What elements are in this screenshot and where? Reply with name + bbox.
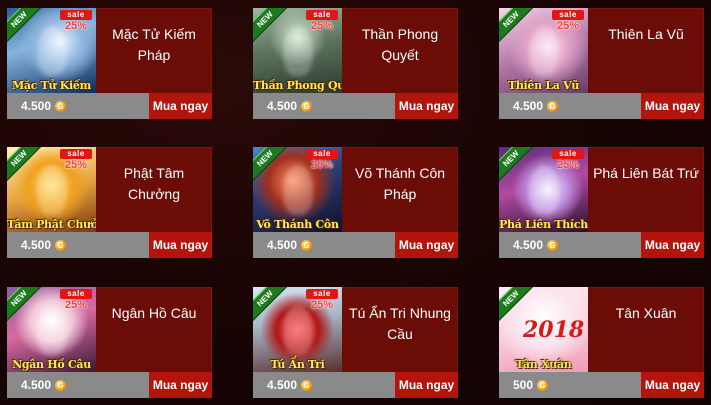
coin-icon: G: [55, 100, 67, 112]
sale-label: sale: [306, 289, 338, 299]
sale-label: sale: [552, 10, 584, 20]
sale-label: sale: [60, 10, 92, 20]
thumbnail-caption: Tân Xuân: [515, 358, 572, 371]
product-thumbnail[interactable]: NEW sale 25% Ngân Hồ Câu: [7, 287, 96, 372]
sale-badge: sale 25%: [306, 289, 338, 311]
buy-now-button[interactable]: Mua ngay: [395, 232, 458, 258]
coin-icon: G: [547, 239, 559, 251]
discount-percent: 25%: [310, 159, 334, 171]
product-thumbnail[interactable]: NEW sale 25% Võ Thánh Côn: [253, 147, 342, 232]
product-title: Thần Phong Quyết: [361, 26, 439, 63]
product-thumbnail[interactable]: NEW sale 25% Tâm Phật Chưởng: [7, 147, 96, 232]
buy-now-button[interactable]: Mua ngay: [149, 372, 212, 398]
price-value: 500: [513, 378, 534, 392]
sale-badge: sale 25%: [60, 10, 92, 32]
product-card: NEW sale 25% Tâm Phật Chưởng Phật Tâm Ch…: [7, 147, 212, 258]
thumbnail-caption: Phá Liên Thích: [499, 218, 588, 231]
price-value: 4.500: [267, 99, 298, 113]
sale-badge: sale 25%: [552, 149, 584, 171]
price-value: 4.500: [267, 238, 298, 252]
thumbnail-caption: Thiên La Vũ: [507, 79, 580, 92]
product-title: Phật Tâm Chưởng: [123, 165, 185, 202]
price-bar: 4.500 G: [499, 93, 641, 119]
product-title: Phá Liên Bát Trứ: [593, 165, 699, 181]
sale-badge: sale 25%: [60, 289, 92, 311]
price-value: 4.500: [21, 238, 52, 252]
product-grid: NEW sale 25% Mặc Tử Kiếm Mặc Tử Kiếm Phá…: [0, 0, 711, 405]
price-value: 4.500: [21, 99, 52, 113]
product-card: NEW sale 25% Mặc Tử Kiếm Mặc Tử Kiếm Phá…: [7, 8, 212, 119]
coin-icon: G: [301, 239, 313, 251]
discount-percent: 25%: [310, 299, 334, 311]
product-card: NEW sale 25% Thiên La Vũ Thiên La Vũ 4.5…: [499, 8, 704, 119]
product-title: Ngân Hồ Câu: [111, 305, 197, 321]
buy-now-button[interactable]: Mua ngay: [395, 93, 458, 119]
thumbnail-caption: Võ Thánh Côn: [256, 218, 339, 231]
sale-badge: sale 25%: [306, 10, 338, 32]
price-bar: 500 G: [499, 372, 641, 398]
sale-label: sale: [552, 149, 584, 159]
product-thumbnail[interactable]: NEW sale 25% Thiên La Vũ: [499, 8, 588, 93]
sale-badge: sale 25%: [306, 149, 338, 171]
product-card: 2018 NEW Tân Xuân Tân Xuân 500 G Mua nga…: [499, 287, 704, 398]
product-card: NEW sale 25% Tú Ẩn Tri Tú Ẩn Tri Nhung C…: [253, 287, 458, 398]
thumbnail-caption: Tú Ẩn Tri: [270, 358, 325, 371]
price-bar: 4.500 G: [253, 93, 395, 119]
product-thumbnail[interactable]: NEW sale 25% Phá Liên Thích: [499, 147, 588, 232]
year-art: 2018: [523, 317, 585, 343]
product-title: Thiên La Vũ: [608, 26, 684, 42]
price-value: 4.500: [513, 99, 544, 113]
price-bar: 4.500 G: [7, 93, 149, 119]
coin-icon: G: [55, 239, 67, 251]
buy-now-button[interactable]: Mua ngay: [641, 93, 704, 119]
product-thumbnail[interactable]: NEW sale 25% Mặc Tử Kiếm: [7, 8, 96, 93]
price-bar: 4.500 G: [499, 232, 641, 258]
discount-percent: 25%: [556, 159, 580, 171]
product-thumbnail[interactable]: 2018 NEW Tân Xuân: [499, 287, 588, 372]
price-bar: 4.500 G: [253, 232, 395, 258]
product-title: Tân Xuân: [615, 305, 677, 321]
discount-percent: 25%: [64, 299, 88, 311]
price-bar: 4.500 G: [253, 372, 395, 398]
sale-badge: sale 25%: [552, 10, 584, 32]
coin-icon: G: [537, 379, 549, 391]
coin-icon: G: [547, 100, 559, 112]
product-thumbnail[interactable]: NEW sale 25% Tú Ẩn Tri: [253, 287, 342, 372]
product-title: Võ Thánh Côn Pháp: [354, 165, 446, 202]
coin-icon: G: [55, 379, 67, 391]
buy-now-button[interactable]: Mua ngay: [641, 232, 704, 258]
discount-percent: 25%: [310, 20, 334, 32]
price-value: 4.500: [21, 378, 52, 392]
price-value: 4.500: [513, 238, 544, 252]
thumbnail-caption: Thần Phong Quyết: [253, 79, 342, 92]
buy-now-button[interactable]: Mua ngay: [395, 372, 458, 398]
product-card: NEW sale 25% Phá Liên Thích Phá Liên Bát…: [499, 147, 704, 258]
discount-percent: 25%: [64, 20, 88, 32]
sale-label: sale: [60, 289, 92, 299]
product-card: NEW sale 25% Ngân Hồ Câu Ngân Hồ Câu 4.5…: [7, 287, 212, 398]
product-title: Mặc Tử Kiếm Pháp: [112, 26, 196, 63]
buy-now-button[interactable]: Mua ngay: [149, 232, 212, 258]
coin-icon: G: [301, 100, 313, 112]
sale-label: sale: [306, 149, 338, 159]
sale-label: sale: [306, 10, 338, 20]
sale-badge: sale 25%: [60, 149, 92, 171]
buy-now-button[interactable]: Mua ngay: [149, 93, 212, 119]
product-thumbnail[interactable]: NEW sale 25% Thần Phong Quyết: [253, 8, 342, 93]
price-bar: 4.500 G: [7, 232, 149, 258]
thumbnail-caption: Tâm Phật Chưởng: [7, 218, 96, 231]
product-title: Tú Ẩn Tri Nhung Cầu: [349, 305, 451, 342]
thumbnail-caption: Ngân Hồ Câu: [12, 358, 91, 371]
discount-percent: 25%: [556, 20, 580, 32]
coin-icon: G: [301, 379, 313, 391]
product-card: NEW sale 25% Võ Thánh Côn Võ Thánh Côn P…: [253, 147, 458, 258]
price-value: 4.500: [267, 378, 298, 392]
sale-label: sale: [60, 149, 92, 159]
price-bar: 4.500 G: [7, 372, 149, 398]
buy-now-button[interactable]: Mua ngay: [641, 372, 704, 398]
product-card: NEW sale 25% Thần Phong Quyết Thần Phong…: [253, 8, 458, 119]
thumbnail-caption: Mặc Tử Kiếm: [12, 79, 91, 92]
discount-percent: 25%: [64, 159, 88, 171]
